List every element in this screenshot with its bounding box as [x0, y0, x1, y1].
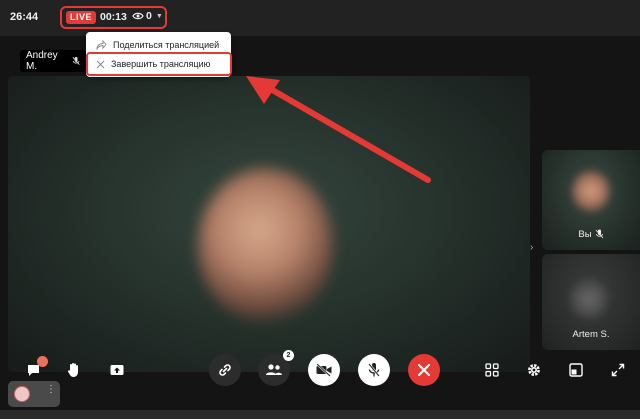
- participant-thumbnail: [572, 170, 610, 212]
- copy-link-button[interactable]: [209, 354, 241, 386]
- chevron-down-icon: ▼: [155, 12, 163, 20]
- share-screen-icon: [110, 365, 124, 375]
- call-toolbar: 2: [0, 348, 640, 392]
- picture-in-picture-button[interactable]: [566, 360, 586, 380]
- viewer-counter[interactable]: 0 ▼: [132, 10, 163, 22]
- participant-thumbnail: [570, 278, 608, 320]
- window-bottom-edge: [0, 410, 640, 419]
- share-screen-button[interactable]: [107, 360, 127, 380]
- app-icon[interactable]: [14, 386, 30, 402]
- raise-hand-icon: [67, 363, 78, 377]
- participants-icon: [266, 364, 282, 375]
- live-badge: LIVE: [66, 11, 97, 24]
- participant-video-blur: [198, 168, 333, 323]
- live-timer: 00:13: [100, 11, 127, 23]
- grid-icon: [485, 363, 499, 377]
- fullscreen-icon: [611, 363, 625, 377]
- participants-count-badge: 2: [283, 350, 294, 361]
- top-bar: 26:44 LIVE 00:13 0 ▼: [0, 0, 640, 36]
- eye-icon: [132, 12, 144, 20]
- highlight-frame: [86, 52, 232, 76]
- pip-icon: [569, 363, 583, 377]
- raise-hand-button[interactable]: [64, 360, 84, 380]
- participant-name: Andrey M.: [26, 50, 58, 72]
- end-call-icon: [418, 364, 430, 376]
- more-dots-icon[interactable]: ⋮: [46, 385, 56, 395]
- mic-off-icon: [368, 363, 380, 377]
- call-time: 26:44: [10, 11, 39, 23]
- tile-label-artem: Artem S.: [542, 329, 640, 340]
- tile-name: Artem S.: [572, 329, 610, 340]
- link-icon: [219, 364, 231, 376]
- tile-label-self: Вы: [542, 229, 640, 240]
- viewer-count: 0: [146, 10, 152, 22]
- mic-off-icon: [595, 229, 603, 239]
- participant-tile-self[interactable]: Вы: [542, 150, 640, 250]
- menu-item-label: Поделиться трансляцией: [113, 40, 220, 50]
- fullscreen-button[interactable]: [608, 360, 628, 380]
- taskbar-widget[interactable]: ⋮: [8, 381, 60, 407]
- chevron-right-icon[interactable]: ›: [530, 242, 533, 253]
- chat-badge: [37, 356, 48, 367]
- camera-off-icon: [316, 363, 332, 377]
- end-call-button[interactable]: [408, 354, 440, 386]
- mic-off-icon: [72, 56, 80, 65]
- tile-name: Вы: [578, 229, 592, 240]
- share-icon: [96, 40, 107, 50]
- annotation-arrow: [246, 76, 431, 183]
- layout-grid-button[interactable]: [482, 360, 502, 380]
- chat-button[interactable]: [24, 356, 48, 380]
- participant-tile-artem[interactable]: Artem S.: [542, 254, 640, 350]
- participant-name-chip: Andrey M.: [20, 50, 86, 72]
- participants-button[interactable]: 2: [258, 350, 294, 386]
- settings-button[interactable]: [524, 360, 544, 380]
- live-indicator[interactable]: LIVE 00:13 0 ▼: [60, 6, 167, 29]
- settings-icon: [528, 364, 540, 376]
- mic-toggle-button[interactable]: [358, 354, 390, 386]
- camera-toggle-button[interactable]: [308, 354, 340, 386]
